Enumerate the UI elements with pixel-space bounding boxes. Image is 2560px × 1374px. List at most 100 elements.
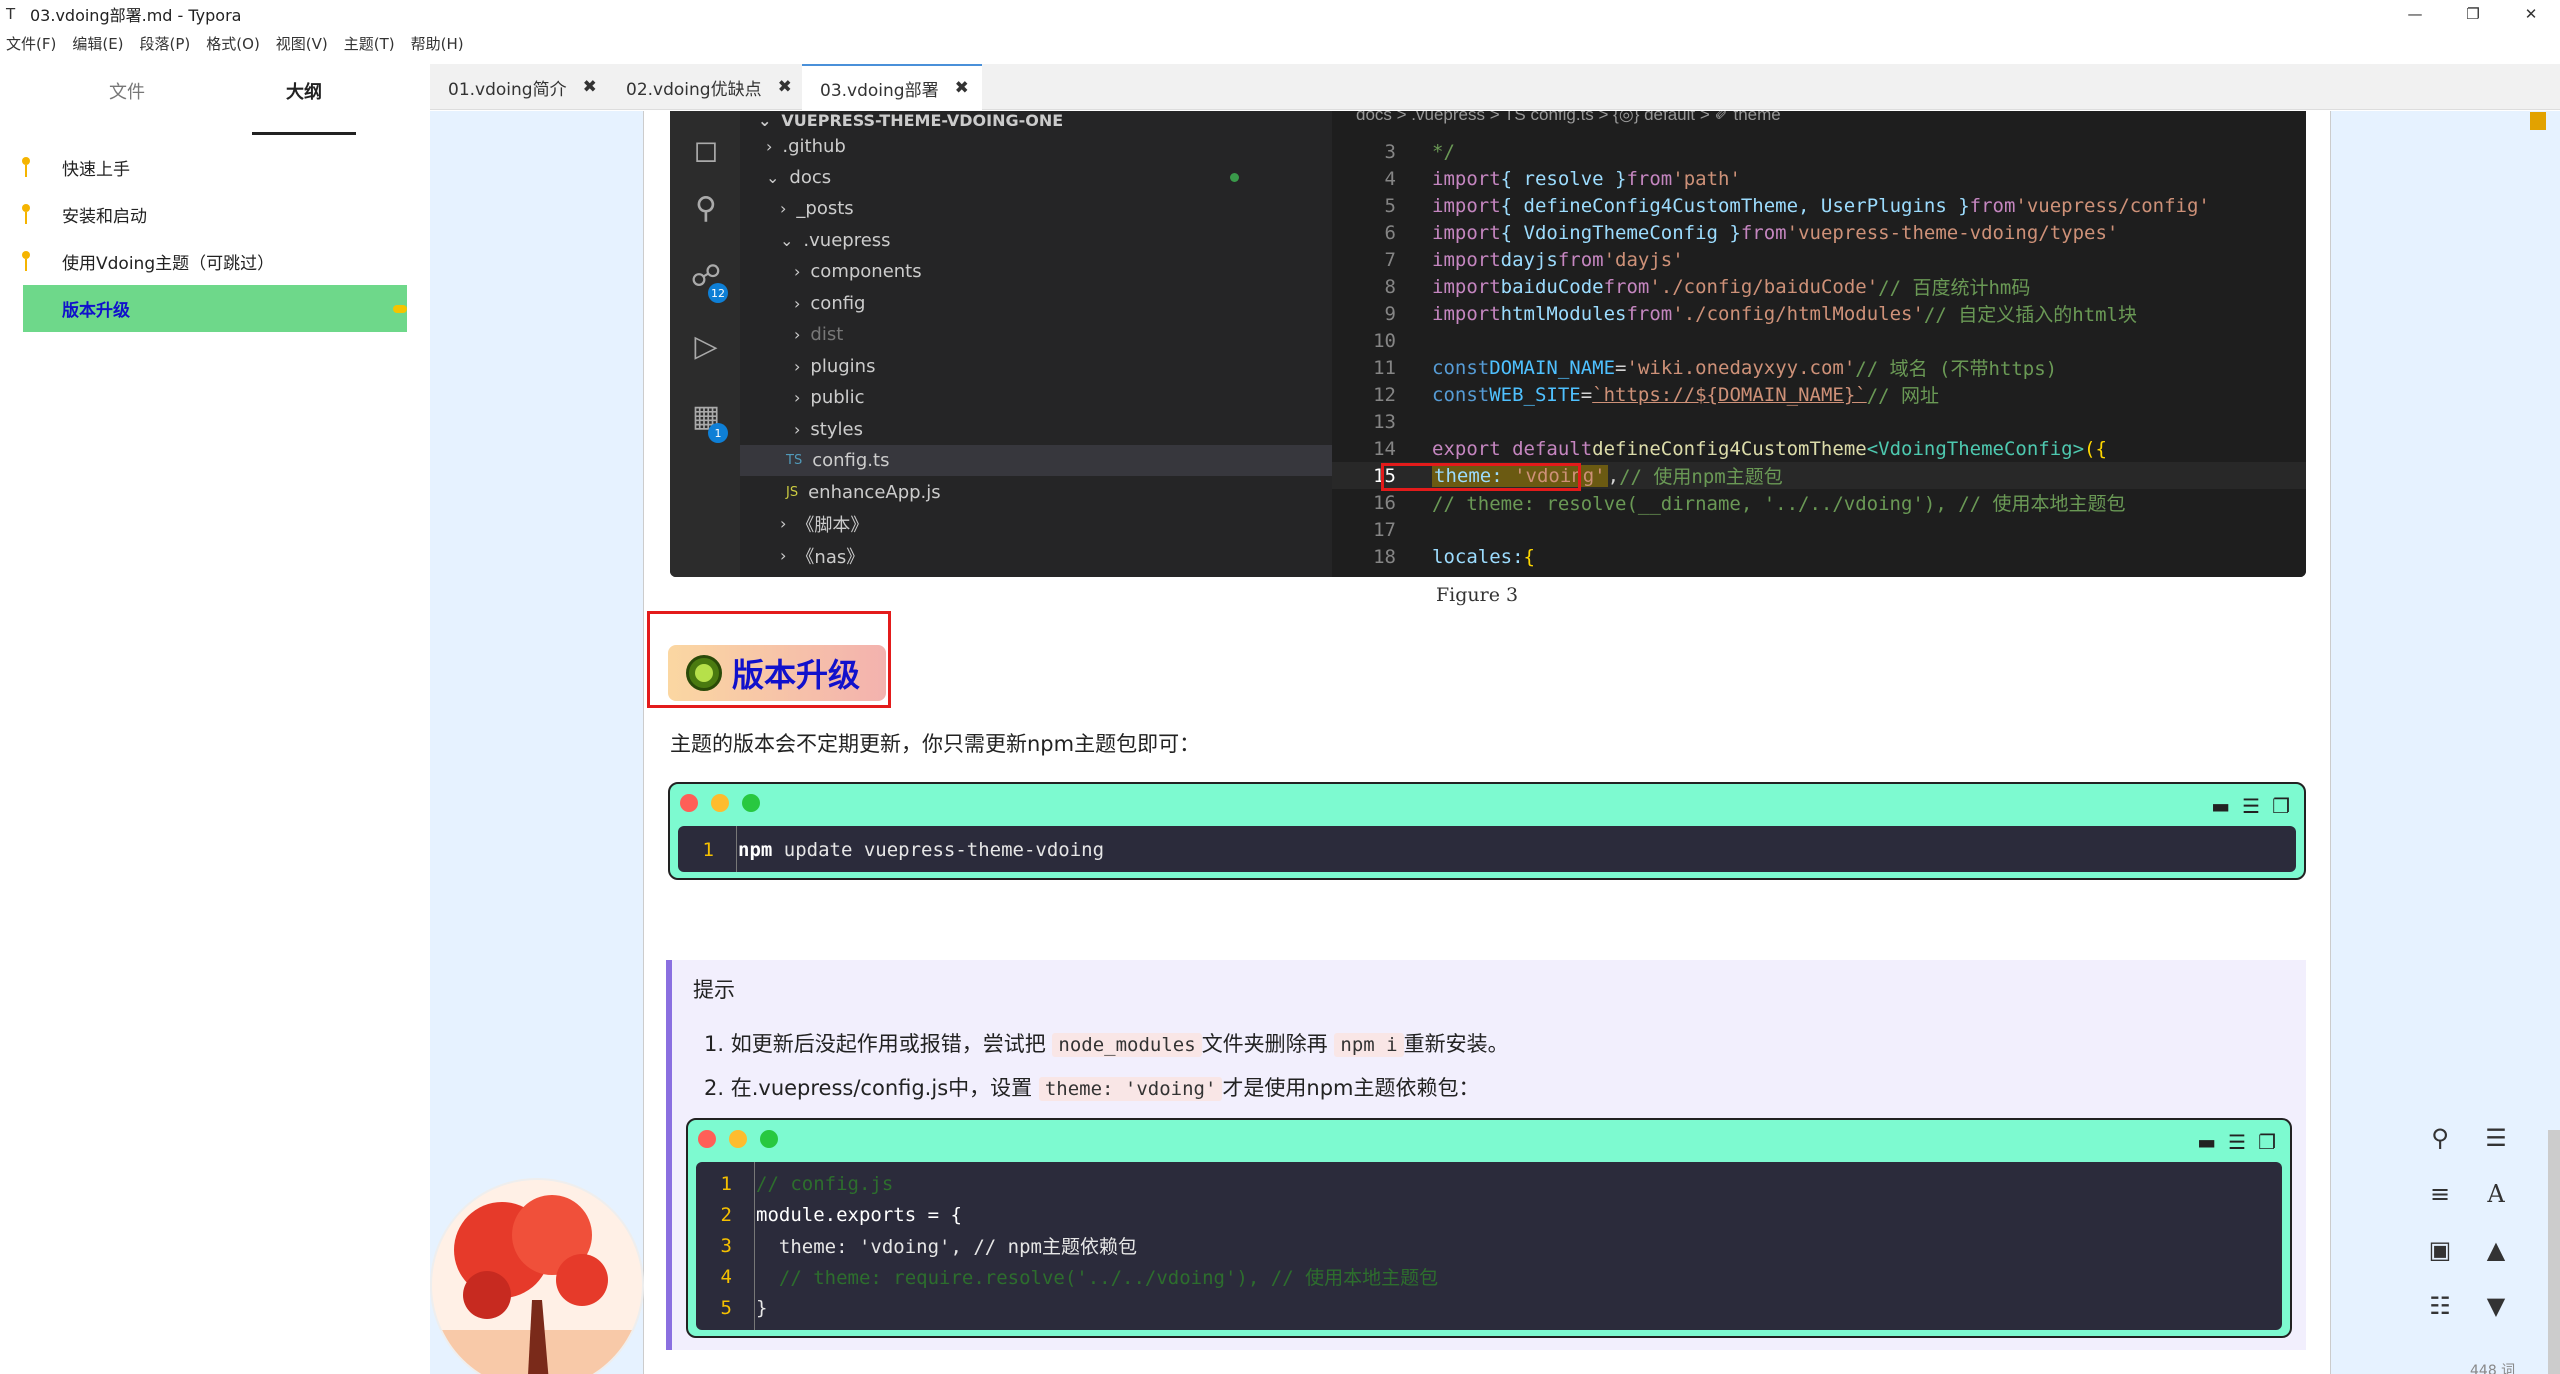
sidebar: 文件 大纲 快速上手 安装和启动 使用Vdoing主题（可跳过） 版本升级 <box>0 64 429 1374</box>
restore-icon[interactable]: ❐ <box>2444 0 2502 28</box>
run-debug-icon: ▷ <box>694 329 718 364</box>
search-icon[interactable]: ⚲ <box>2420 1118 2460 1158</box>
figure-caption: Figure 3 <box>1436 584 1519 606</box>
tree-item: › components <box>794 261 922 282</box>
menu-view[interactable]: 视图(V) <box>276 33 328 54</box>
tree-item: › 《nas》 <box>780 546 865 568</box>
tree-item: ⌄ .vuepress <box>780 230 891 251</box>
collapse-icon[interactable]: ▬ <box>2197 1130 2216 1154</box>
code-line: 2 module.exports = { <box>720 1203 962 1226</box>
floating-toolbar: ⚲ ☰ ≡ A ▣ ▲ ☷ ▼ <box>2420 1118 2530 1338</box>
copy-icon[interactable]: ❐ <box>2272 794 2290 818</box>
inline-code: node_modules <box>1052 1033 1202 1057</box>
scrollbar[interactable] <box>2548 1130 2560 1374</box>
tree-item: JS enhanceApp.js <box>786 482 941 503</box>
outline-item-label: 安装和启动 <box>62 207 147 227</box>
tree-item: › config <box>794 293 866 314</box>
outline-dot-icon <box>22 157 30 165</box>
title-bar: T 03.vdoing部署.md - Typora — ❐ ✕ <box>0 0 2560 28</box>
menu-theme[interactable]: 主题(T) <box>344 33 395 54</box>
menu-file[interactable]: 文件(F) <box>6 33 56 54</box>
search-icon: ⚲ <box>695 191 717 226</box>
outline-item-use-theme[interactable]: 使用Vdoing主题（可跳过） <box>0 238 429 285</box>
tab-vdoing-pros-cons[interactable]: 02.vdoing优缺点 ✖ <box>608 64 798 110</box>
minimize-icon[interactable]: — <box>2386 0 2444 28</box>
image-icon[interactable]: ▣ <box>2420 1230 2460 1270</box>
code-tools: ▬ ☰ ❐ <box>2199 794 2290 818</box>
green-dot-icon <box>760 1130 778 1148</box>
close-tab-icon[interactable]: ✖ <box>778 77 792 97</box>
outline-item-label: 版本升级 <box>62 301 130 321</box>
tab-vdoing-intro[interactable]: 01.vdoing简介 ✖ <box>430 64 608 110</box>
tree-item: › .github <box>766 136 846 157</box>
sidebar-tab-outline[interactable]: 大纲 <box>249 78 359 104</box>
outline-item-upgrade[interactable]: 版本升级 <box>23 285 407 332</box>
active-marker <box>393 305 407 313</box>
code-line: 1// config.js <box>720 1172 894 1195</box>
activity-bar: ◻ ⚲ ☍ 12 ▷ ▦ 1 <box>670 111 740 577</box>
heading-upgrade[interactable]: 版本升级 <box>668 645 886 701</box>
tree-item: › plugins <box>794 356 876 377</box>
word-count[interactable]: 448 词 <box>2470 1360 2515 1374</box>
close-window-icon[interactable]: ✕ <box>2502 0 2560 28</box>
close-tab-icon[interactable]: ✖ <box>583 77 597 97</box>
code-content[interactable]: 1 npm update vuepress-theme-vdoing <box>678 826 2296 872</box>
tip-title: 提示 <box>693 978 735 1002</box>
tab-label: 03.vdoing部署 <box>820 80 939 101</box>
code-block[interactable]: ▬ ☰ ❐ 1 npm update vuepress-theme-vdoing <box>668 782 2306 880</box>
code-line: 4 // theme: require.resolve('../../vdoin… <box>720 1265 1439 1290</box>
red-dot-icon <box>680 794 698 812</box>
collapse-icon[interactable]: ▬ <box>2211 794 2230 818</box>
tree-item: ⌄ docs <box>766 167 832 188</box>
tip-item-1[interactable]: 1. 如更新后没起作用或报错，尝试把 node_modules 文件夹删除再 np… <box>704 1028 1509 1058</box>
indent-icon[interactable]: ☰ <box>2242 794 2260 818</box>
scroll-down-icon[interactable]: ▼ <box>2476 1286 2516 1326</box>
tree-item-selected: TS config.ts <box>740 445 1332 476</box>
vscode-screenshot-image: ◻ ⚲ ☍ 12 ▷ ▦ 1 ⌄ VUEPRESS-THEME-VDOING-ON… <box>670 111 2306 577</box>
outline-item-quick-start[interactable]: 快速上手 <box>0 144 429 191</box>
code-block[interactable]: ▬ ☰ ❐ 1// config.js 2 module.exports = { … <box>686 1118 2292 1338</box>
file-explorer: ⌄ VUEPRESS-THEME-VDOING-ONE › .github ⌄ doc… <box>740 111 1332 577</box>
green-dot-icon <box>742 794 760 812</box>
editor-breadcrumb: docs > .vuepress > TS config.ts > {◎} de… <box>1356 111 1781 124</box>
window-title: 03.vdoing部署.md - Typora <box>30 6 242 25</box>
window-dots <box>698 1130 791 1148</box>
tree-item: › dist <box>794 324 844 345</box>
tab-vdoing-deploy[interactable]: 03.vdoing部署 ✖ <box>802 64 982 110</box>
tab-label: 02.vdoing优缺点 <box>626 79 762 100</box>
menu-format[interactable]: 格式(O) <box>206 33 260 54</box>
highlight-box <box>1381 463 1581 491</box>
font-icon[interactable]: A <box>2476 1174 2516 1214</box>
copy-icon[interactable]: ❐ <box>2258 1130 2276 1154</box>
indent-icon[interactable]: ☰ <box>2228 1130 2246 1154</box>
extensions-badge: 1 <box>708 423 728 443</box>
code-line: 5} <box>720 1296 768 1319</box>
menu-icon[interactable]: ☰ <box>2476 1118 2516 1158</box>
outline-dot-icon <box>22 204 30 212</box>
typora-app-icon: T <box>6 5 16 23</box>
sitemap-icon[interactable]: ☷ <box>2420 1286 2460 1326</box>
menu-edit[interactable]: 编辑(E) <box>72 33 123 54</box>
outline-list: 快速上手 安装和启动 使用Vdoing主题（可跳过） 版本升级 <box>0 144 429 332</box>
list-icon[interactable]: ≡ <box>2420 1174 2460 1214</box>
code-line: 1 npm update vuepress-theme-vdoing <box>702 838 1105 861</box>
inline-code: npm i <box>1334 1033 1404 1057</box>
outline-item-install[interactable]: 安装和启动 <box>0 191 429 238</box>
tip-item-2[interactable]: 2. 在.vuepress/config.js中，设置 theme: 'vdoi… <box>704 1072 1480 1102</box>
code-line: 3 theme: 'vdoing', // npm主题依赖包 <box>720 1234 1137 1259</box>
red-dot-icon <box>698 1130 716 1148</box>
outline-item-label: 快速上手 <box>62 160 130 180</box>
code-content[interactable]: 1// config.js 2 module.exports = { 3 them… <box>696 1162 2282 1330</box>
window-controls: — ❐ ✕ <box>2386 0 2560 28</box>
tree-item: › 《脚本》 <box>780 514 869 536</box>
paragraph[interactable]: 主题的版本会不定期更新，你只需更新npm主题包即可： <box>670 728 1200 758</box>
menu-paragraph[interactable]: 段落(P) <box>140 33 191 54</box>
tree-item: › styles <box>794 419 863 440</box>
active-tab-underline <box>252 132 356 135</box>
close-tab-icon[interactable]: ✖ <box>955 78 969 98</box>
menu-help[interactable]: 帮助(H) <box>411 33 464 54</box>
scroll-up-icon[interactable]: ▲ <box>2476 1230 2516 1270</box>
modified-dot <box>1230 173 1239 182</box>
tab-label: 01.vdoing简介 <box>448 79 567 100</box>
sidebar-tab-files[interactable]: 文件 <box>72 78 182 104</box>
